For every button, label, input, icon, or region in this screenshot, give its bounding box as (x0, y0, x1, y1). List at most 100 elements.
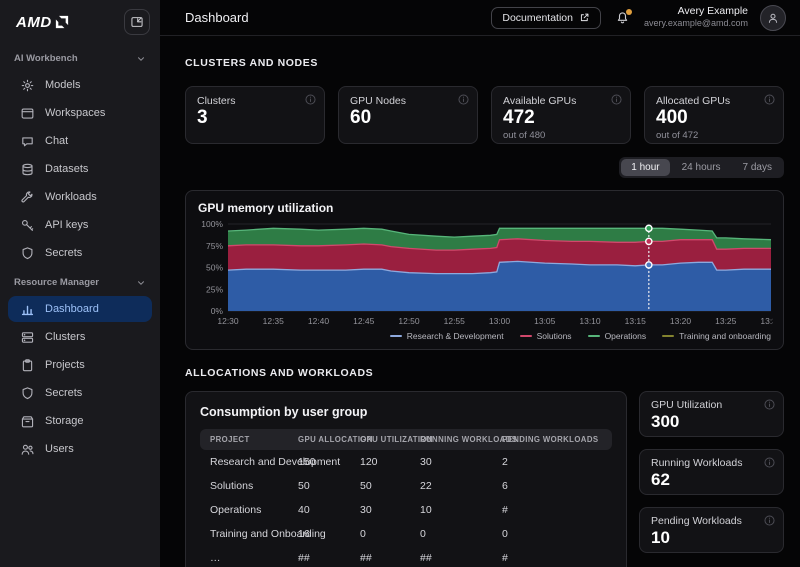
table-cell-pending_workloads: # (502, 504, 508, 516)
sidebar-item-users[interactable]: Users (8, 436, 152, 462)
info-icon[interactable] (610, 93, 623, 106)
svg-text:25%: 25% (206, 284, 223, 294)
time-range-option-7-days[interactable]: 7 days (733, 159, 782, 176)
user-name: Avery Example (677, 5, 748, 18)
svg-text:13:30: 13:30 (760, 316, 773, 326)
nav-group-header-ai-workbench[interactable]: AI Workbench (0, 44, 160, 70)
table-cell-pending_workloads: # (502, 552, 508, 564)
header-actions: Documentation Avery Example avery.exampl… (491, 4, 786, 31)
gear-icon (20, 78, 35, 93)
sidebar-item-rm-secrets[interactable]: Secrets (8, 380, 152, 406)
amd-logo: AMD (16, 14, 69, 31)
info-icon[interactable] (763, 514, 776, 527)
kpi-card-label: GPU Utilization (651, 399, 723, 411)
legend-item-research-development[interactable]: Research & Development (389, 331, 504, 341)
stat-card-row: Clusters 3 GPU Nodes 60 Available GPUs 472 out… (185, 86, 784, 144)
sidebar-item-clusters[interactable]: Clusters (8, 324, 152, 350)
gpu-memory-chart[interactable]: 0% 25% 50% 75% 100% 12:30 12:35 12:40 12:45 12:50… (198, 219, 773, 329)
legend-label: Training and onboarding (679, 331, 771, 341)
legend-item-solutions[interactable]: Solutions (519, 331, 572, 341)
documentation-button[interactable]: Documentation (491, 6, 601, 29)
sidebar-item-label: Chat (45, 135, 69, 147)
legend-label: Research & Development (406, 331, 504, 341)
user-meta: Avery Example avery.example@amd.com (644, 5, 748, 29)
stat-card-value: 3 (197, 107, 208, 128)
table-body: Research and Development 150 120 30 2 Solutio… (200, 450, 612, 567)
svg-text:75%: 75% (206, 241, 223, 251)
kpi-card-gpu-utilization: GPU Utilization 300 (639, 391, 784, 437)
table-cell-pending_workloads: 2 (502, 456, 508, 468)
svg-text:12:35: 12:35 (263, 316, 285, 326)
svg-text:13:15: 13:15 (625, 316, 647, 326)
sidebar-item-api-keys[interactable]: API keys (8, 212, 152, 238)
sidebar-item-label: Dashboard (45, 303, 99, 315)
table-cell-running_workloads: 0 (420, 528, 426, 540)
table-header-row: PROJECT GPU ALLOCATION GPU UTILIZATION RUNN… (200, 429, 612, 450)
sidebar-item-projects[interactable]: Projects (8, 352, 152, 378)
svg-text:12:30: 12:30 (217, 316, 239, 326)
table-cell-project: Research and Development (210, 456, 341, 468)
chevron-down-icon (136, 54, 146, 64)
box-icon (20, 414, 35, 429)
time-range-option-24-hours[interactable]: 24 hours (672, 159, 731, 176)
time-range-option-1-hour[interactable]: 1 hour (621, 159, 670, 176)
sidebar-item-secrets[interactable]: Secrets (8, 240, 152, 266)
svg-text:13:10: 13:10 (579, 316, 601, 326)
table-cell-running_workloads: 10 (420, 504, 432, 516)
avatar[interactable] (760, 4, 786, 31)
nav-group-label: Resource Manager (14, 277, 100, 288)
sidebar-item-workloads[interactable]: Workloads (8, 184, 152, 210)
stat-card-label: Clusters (197, 95, 236, 107)
sidebar-item-label: Models (45, 79, 81, 91)
legend-item-operations[interactable]: Operations (587, 331, 646, 341)
info-icon[interactable] (763, 456, 776, 469)
sidebar-header: AMD (0, 0, 160, 44)
legend-swatch (519, 334, 532, 338)
notifications-button[interactable] (613, 8, 632, 27)
svg-text:100%: 100% (201, 219, 223, 229)
stat-card-label: Allocated GPUs (656, 95, 731, 107)
table-row: Training and Onboarding 16 0 0 0 (200, 522, 612, 546)
table-cell-project: Training and Onboarding (210, 528, 326, 540)
svg-text:12:40: 12:40 (308, 316, 330, 326)
user-email: avery.example@amd.com (643, 18, 748, 29)
collapse-sidebar-button[interactable] (124, 9, 150, 35)
shield-icon (20, 386, 35, 401)
sidebar-item-label: Datasets (45, 163, 89, 175)
svg-text:12:50: 12:50 (398, 316, 420, 326)
info-icon[interactable] (763, 398, 776, 411)
section-title-clusters-and-nodes: CLUSTERS AND NODES (185, 57, 318, 69)
time-range-row: 1 hour 24 hours 7 days (185, 157, 784, 178)
kpi-card-running-workloads: Running Workloads 62 (639, 449, 784, 495)
info-icon[interactable] (457, 93, 470, 106)
table-column-header: PENDING WORKLOADS (502, 435, 599, 444)
top-header: Dashboard Documentation Avery Example av… (160, 0, 800, 36)
wrench-icon (20, 190, 35, 205)
kpi-card-value: 62 (651, 470, 670, 489)
sidebar-item-chat[interactable]: Chat (8, 128, 152, 154)
sidebar-item-label: Storage (45, 415, 84, 427)
table-cell-gpu_utilization: 50 (360, 480, 372, 492)
sidebar-item-models[interactable]: Models (8, 72, 152, 98)
sidebar-item-dashboard[interactable]: Dashboard (8, 296, 152, 322)
stat-card-allocated-gpus: Allocated GPUs 400 out of 472 (644, 86, 784, 144)
stat-card-value: 400 (656, 107, 688, 128)
table-cell-running_workloads: ## (420, 552, 432, 564)
sidebar-item-storage[interactable]: Storage (8, 408, 152, 434)
chart-legend: Research & Development Solutions Operation… (198, 331, 771, 343)
key-icon (20, 218, 35, 233)
nav-group-header-resource-manager[interactable]: Resource Manager (0, 268, 160, 294)
nav-group-label: AI Workbench (14, 53, 78, 64)
sidebar: AMD AI Workbench Models Workspaces Chat Da (0, 0, 160, 567)
stat-card-subtext: out of 472 (656, 129, 699, 141)
info-icon[interactable] (763, 93, 776, 106)
table-cell-project: … (210, 552, 221, 564)
sidebar-item-datasets[interactable]: Datasets (8, 156, 152, 182)
legend-item-training-and-onboarding[interactable]: Training and onboarding (662, 331, 771, 341)
sidebar-item-workspaces[interactable]: Workspaces (8, 100, 152, 126)
main-area: Dashboard Documentation Avery Example av… (160, 0, 800, 567)
table-cell-project: Solutions (210, 480, 254, 492)
info-icon[interactable] (304, 93, 317, 106)
table-cell-gpu_allocation: 40 (298, 504, 310, 516)
chat-bubble-icon (20, 134, 35, 149)
